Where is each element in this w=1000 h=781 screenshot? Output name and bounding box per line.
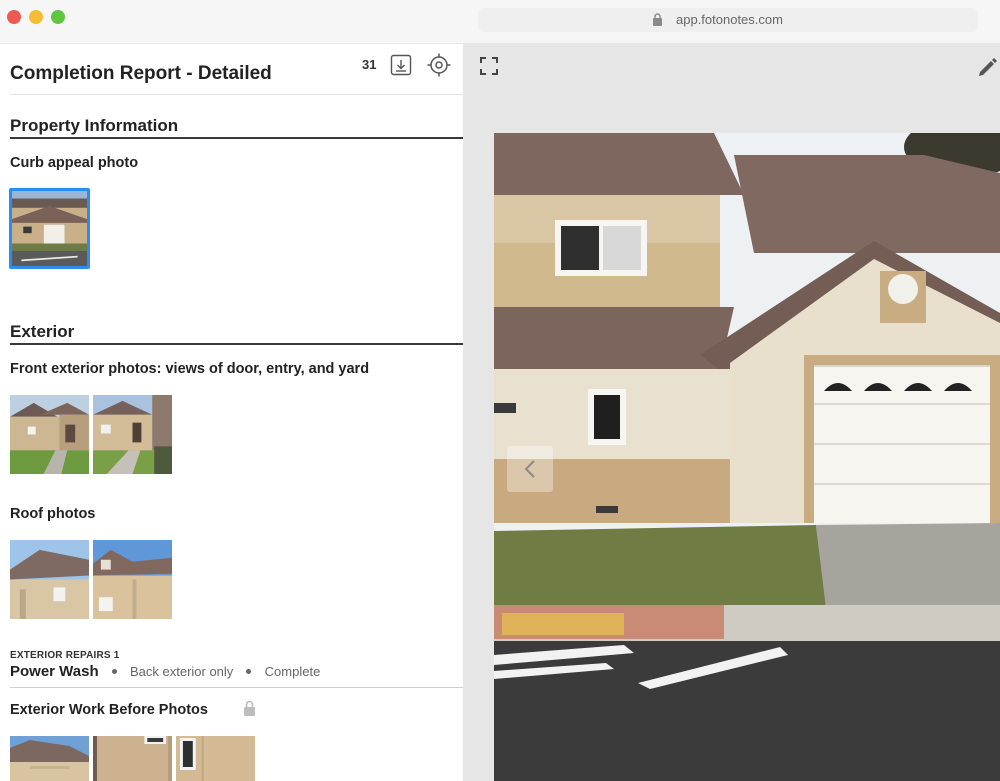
lock-icon [653,13,662,26]
pencil-icon[interactable] [977,56,999,78]
separator-dot [246,668,252,674]
section-heading-property: Property Information [10,116,179,135]
section-rule [10,137,463,139]
browser-titlebar: app.fotonotes.com [0,0,1000,44]
chevron-left-icon [524,460,535,478]
lock-icon [244,700,255,716]
repair-divider [10,687,463,688]
curb-appeal-label: Curb appeal photo [10,155,139,171]
work-before-label: Exterior Work Before Photos [10,702,208,718]
download-icon[interactable] [390,54,412,76]
work-before-thumbnail[interactable] [176,736,255,781]
target-icon[interactable] [427,53,451,77]
minimize-window-button[interactable] [29,10,43,24]
url-text: app.fotonotes.com [676,12,783,27]
front-exterior-label: Front exterior photos: views of door, en… [10,361,370,377]
work-before-thumbnail[interactable] [10,736,89,781]
title-divider [10,94,463,95]
section-heading-exterior: Exterior [10,322,75,341]
separator-dot [111,668,117,674]
repair-scope: Back exterior only [129,664,234,679]
roof-thumbnail[interactable] [93,540,172,619]
photo-viewer-panel [463,44,1000,781]
repair-name: Power Wash [10,663,99,680]
repair-status: Complete [264,664,321,679]
repair-item[interactable]: Power Wash Back exterior only Complete [10,663,320,680]
close-window-button[interactable] [7,10,21,24]
photo-count: 31 [362,57,377,72]
main-photo[interactable] [494,133,1000,781]
page-title: Completion Report - Detailed [10,63,272,84]
previous-photo-button[interactable] [507,446,553,492]
address-bar[interactable]: app.fotonotes.com [478,8,978,32]
front-exterior-thumbnail[interactable] [93,395,172,474]
expand-icon[interactable] [479,56,499,76]
front-exterior-thumbnail[interactable] [10,395,89,474]
roof-thumbnail[interactable] [10,540,89,619]
report-panel: Completion Report - Detailed 31 Property… [0,44,463,781]
section-rule [10,343,463,345]
zoom-window-button[interactable] [51,10,65,24]
exterior-repairs-kicker: EXTERIOR REPAIRS 1 [10,650,120,661]
curb-appeal-thumbnail[interactable] [9,188,90,269]
work-before-thumbnail[interactable] [93,736,172,781]
roof-photos-label: Roof photos [10,506,96,522]
